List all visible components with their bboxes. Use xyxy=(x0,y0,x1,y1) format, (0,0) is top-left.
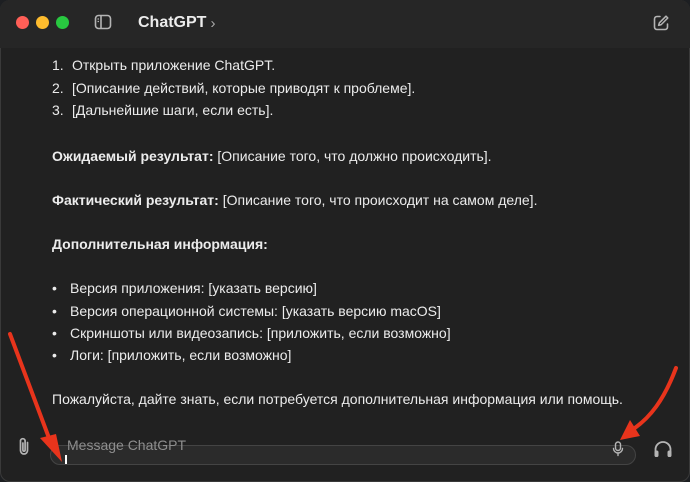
closing-paragraph: Пожалуйста, дайте знать, если потребуетс… xyxy=(52,391,623,407)
title-bar: ChatGPT › xyxy=(0,0,690,48)
text-caret xyxy=(65,455,67,464)
chevron-right-icon: › xyxy=(210,14,216,32)
list-item: 2. [Описание действий, которые приводят к… xyxy=(52,80,416,96)
assistant-message: 1. Открыть приложение ChatGPT. 2. [Описани… xyxy=(0,48,690,428)
maximize-window-button[interactable] xyxy=(56,16,69,29)
headphones-icon[interactable] xyxy=(652,438,674,460)
list-item: • Версия приложения: [указать версию] xyxy=(52,280,317,296)
additional-info-heading: Дополнительная информация: xyxy=(52,236,268,252)
paperclip-icon[interactable] xyxy=(14,436,34,458)
compose-icon[interactable] xyxy=(652,14,670,32)
microphone-icon[interactable] xyxy=(611,441,625,457)
message-composer[interactable] xyxy=(50,435,636,465)
list-item: 3. [Дальнейшие шаги, если есть]. xyxy=(52,102,274,118)
actual-result: Фактический результат: [Описание того, ч… xyxy=(52,192,538,208)
list-item: • Скриншоты или видеозапись: [приложить, … xyxy=(52,325,451,341)
sidebar-toggle-icon[interactable] xyxy=(94,13,112,31)
expected-result: Ожидаемый результат: [Описание того, что… xyxy=(52,148,492,164)
minimize-window-button[interactable] xyxy=(36,16,49,29)
chatgpt-window: ChatGPT › 1. Открыть приложение ChatGPT. … xyxy=(0,0,690,482)
message-input[interactable] xyxy=(65,435,589,455)
list-item: • Версия операционной системы: [указать в… xyxy=(52,303,441,319)
close-window-button[interactable] xyxy=(16,16,29,29)
model-selector[interactable]: ChatGPT › xyxy=(138,14,215,32)
list-item: 1. Открыть приложение ChatGPT. xyxy=(52,57,276,73)
app-title: ChatGPT xyxy=(138,14,207,31)
list-item: • Логи: [приложить, если возможно] xyxy=(52,347,292,363)
